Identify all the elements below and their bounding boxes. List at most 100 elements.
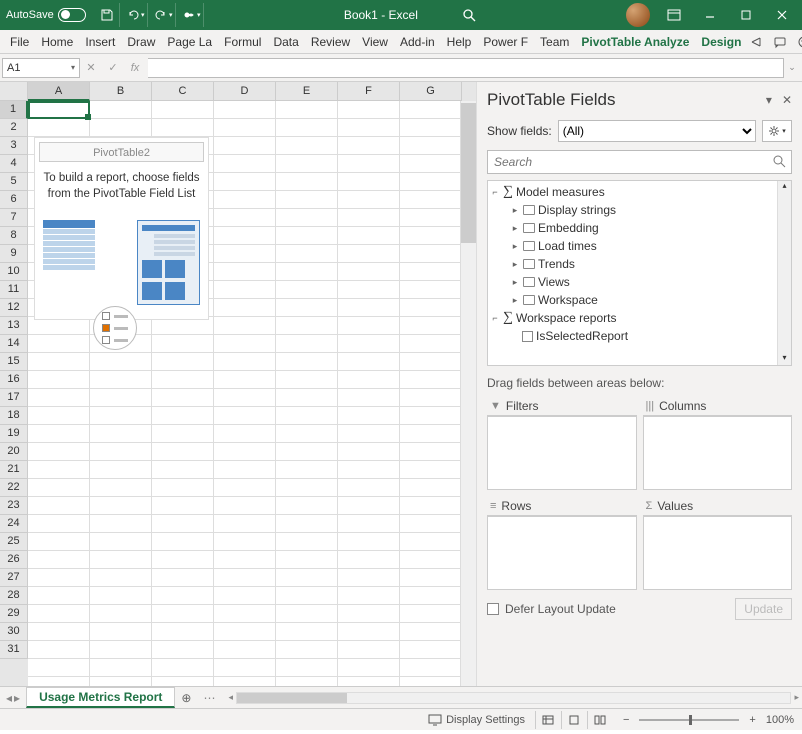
row-header-22[interactable]: 22 xyxy=(0,479,28,497)
filters-area[interactable]: ▼Filters xyxy=(487,396,637,490)
save-icon[interactable] xyxy=(96,3,120,27)
row-header-17[interactable]: 17 xyxy=(0,389,28,407)
sheet-overflow-icon[interactable]: ⋯ xyxy=(203,691,215,705)
search-icon[interactable] xyxy=(462,8,476,22)
zoom-in-icon[interactable]: + xyxy=(749,714,755,726)
tab-formulas[interactable]: Formul xyxy=(218,30,267,53)
field-isselectedreport[interactable]: IsSelectedReport xyxy=(488,327,777,345)
tab-view[interactable]: View xyxy=(356,30,394,53)
user-avatar[interactable] xyxy=(626,3,650,27)
field-model-measures[interactable]: ⌐∑Model measures xyxy=(488,183,777,201)
comments-icon[interactable] xyxy=(771,33,789,51)
col-header-F[interactable]: F xyxy=(338,82,400,101)
undo-icon[interactable]: ▾ xyxy=(124,3,148,27)
search-icon[interactable] xyxy=(772,154,786,168)
tools-gear-button[interactable]: ▾ xyxy=(762,120,792,142)
row-header-5[interactable]: 5 xyxy=(0,173,28,191)
display-settings-button[interactable]: Display Settings xyxy=(428,714,525,726)
normal-view-icon[interactable] xyxy=(535,711,561,729)
tab-insert[interactable]: Insert xyxy=(79,30,121,53)
page-break-view-icon[interactable] xyxy=(587,711,613,729)
page-layout-view-icon[interactable] xyxy=(561,711,587,729)
columns-area[interactable]: |||Columns xyxy=(643,396,793,490)
active-cell[interactable] xyxy=(28,101,90,119)
pivottable-placeholder[interactable]: PivotTable2 To build a report, choose fi… xyxy=(34,137,209,320)
row-header-26[interactable]: 26 xyxy=(0,551,28,569)
redo-icon[interactable]: ▾ xyxy=(152,3,176,27)
row-header-2[interactable]: 2 xyxy=(0,119,28,137)
new-sheet-button[interactable]: ⊕ xyxy=(175,691,197,705)
tab-draw[interactable]: Draw xyxy=(121,30,161,53)
zoom-slider[interactable] xyxy=(639,719,739,721)
tab-file[interactable]: File xyxy=(4,30,35,53)
col-header-D[interactable]: D xyxy=(214,82,276,101)
row-header-3[interactable]: 3 xyxy=(0,137,28,155)
row-header-30[interactable]: 30 xyxy=(0,623,28,641)
field-search-input[interactable] xyxy=(487,150,792,174)
row-header-1[interactable]: 1 xyxy=(0,101,28,119)
row-header-7[interactable]: 7 xyxy=(0,209,28,227)
col-header-C[interactable]: C xyxy=(152,82,214,101)
autosave-toggle[interactable]: AutoSave xyxy=(6,8,86,22)
field-embedding[interactable]: ▸Embedding xyxy=(488,219,777,237)
name-box[interactable]: A1 xyxy=(2,58,80,78)
row-header-29[interactable]: 29 xyxy=(0,605,28,623)
fx-icon[interactable]: fx xyxy=(124,58,146,78)
maximize-icon[interactable] xyxy=(732,3,760,27)
pane-dropdown-icon[interactable]: ▾ xyxy=(766,93,772,107)
row-header-25[interactable]: 25 xyxy=(0,533,28,551)
close-icon[interactable] xyxy=(768,3,796,27)
row-header-18[interactable]: 18 xyxy=(0,407,28,425)
touch-mode-icon[interactable]: ▾ xyxy=(180,3,204,27)
formula-input[interactable] xyxy=(148,58,784,78)
zoom-out-icon[interactable]: − xyxy=(623,714,629,726)
sheet-nav-prev-icon[interactable]: ◂ xyxy=(6,691,12,705)
row-header-19[interactable]: 19 xyxy=(0,425,28,443)
hscroll-right-icon[interactable]: ▸ xyxy=(794,692,799,703)
row-header-14[interactable]: 14 xyxy=(0,335,28,353)
row-header-8[interactable]: 8 xyxy=(0,227,28,245)
row-header-21[interactable]: 21 xyxy=(0,461,28,479)
share-icon[interactable] xyxy=(747,33,765,51)
row-header-28[interactable]: 28 xyxy=(0,587,28,605)
col-header-G[interactable]: G xyxy=(400,82,462,101)
field-display-strings[interactable]: ▸Display strings xyxy=(488,201,777,219)
sheet-nav-next-icon[interactable]: ▸ xyxy=(14,691,20,705)
tab-design[interactable]: Design xyxy=(695,30,747,53)
row-header-15[interactable]: 15 xyxy=(0,353,28,371)
row-header-23[interactable]: 23 xyxy=(0,497,28,515)
rows-area[interactable]: ≡Rows xyxy=(487,496,637,590)
tab-addins[interactable]: Add-in xyxy=(394,30,441,53)
tab-team[interactable]: Team xyxy=(534,30,575,53)
row-header-13[interactable]: 13 xyxy=(0,317,28,335)
row-header-31[interactable]: 31 xyxy=(0,641,28,659)
col-header-A[interactable]: A xyxy=(28,82,90,101)
values-area[interactable]: ΣValues xyxy=(643,496,793,590)
worksheet-grid[interactable]: A B C D E F G 12345678910111213141516171… xyxy=(0,82,476,686)
row-header-24[interactable]: 24 xyxy=(0,515,28,533)
vertical-scrollbar[interactable] xyxy=(460,101,476,686)
sheet-tab-usage-metrics[interactable]: Usage Metrics Report xyxy=(26,687,175,708)
zoom-level[interactable]: 100% xyxy=(766,714,794,726)
ribbon-display-icon[interactable] xyxy=(660,3,688,27)
row-header-9[interactable]: 9 xyxy=(0,245,28,263)
row-header-11[interactable]: 11 xyxy=(0,281,28,299)
row-header-27[interactable]: 27 xyxy=(0,569,28,587)
row-header-12[interactable]: 12 xyxy=(0,299,28,317)
field-workspace[interactable]: ▸Workspace xyxy=(488,291,777,309)
select-all-corner[interactable] xyxy=(0,82,28,101)
col-header-E[interactable]: E xyxy=(276,82,338,101)
cancel-formula-icon[interactable]: ✕ xyxy=(80,58,102,78)
update-button[interactable]: Update xyxy=(735,598,792,620)
col-header-B[interactable]: B xyxy=(90,82,152,101)
tab-review[interactable]: Review xyxy=(305,30,356,53)
tab-home[interactable]: Home xyxy=(35,30,79,53)
tab-page-layout[interactable]: Page La xyxy=(161,30,218,53)
field-list-scrollbar[interactable]: ▴▾ xyxy=(777,181,791,365)
row-header-4[interactable]: 4 xyxy=(0,155,28,173)
tab-power-pivot[interactable]: Power F xyxy=(477,30,534,53)
pane-close-icon[interactable]: ✕ xyxy=(782,93,792,107)
hscroll-left-icon[interactable]: ◂ xyxy=(228,692,233,703)
defer-update-checkbox[interactable] xyxy=(487,603,499,615)
horizontal-scrollbar[interactable] xyxy=(236,692,792,704)
